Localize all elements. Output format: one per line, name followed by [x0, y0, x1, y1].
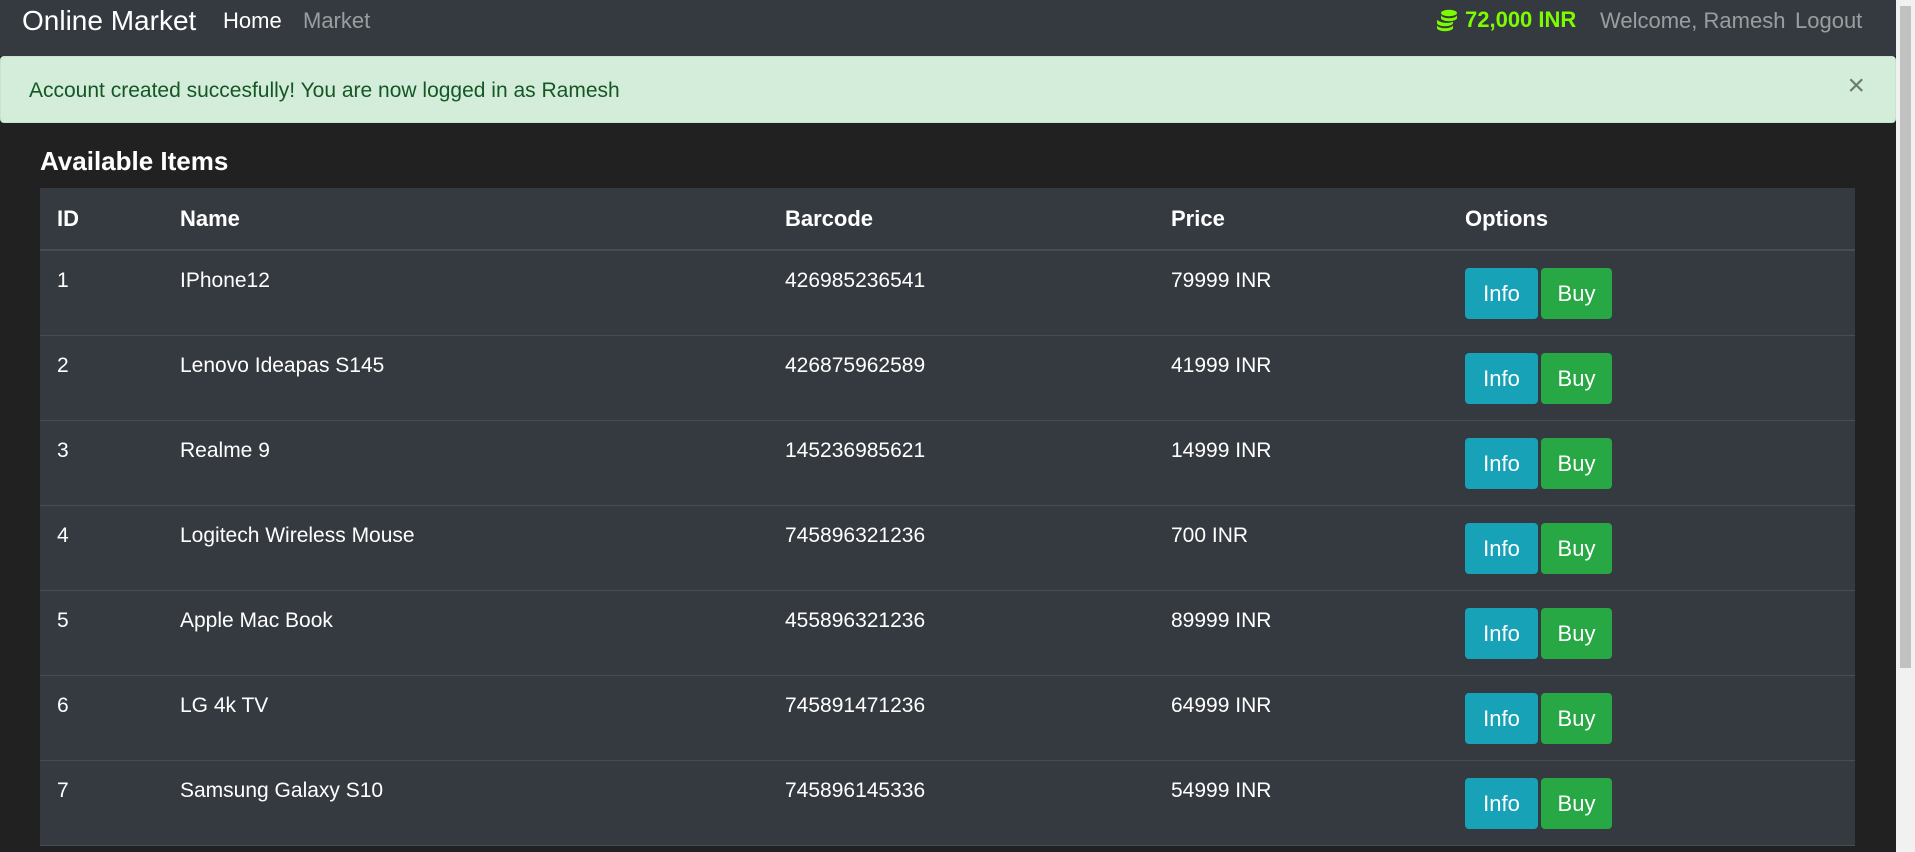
brand-link[interactable]: Online Market [22, 5, 196, 37]
info-button[interactable]: Info [1465, 777, 1538, 829]
item-id: 7 [57, 778, 69, 802]
item-price: 79999 INR [1171, 269, 1272, 292]
item-id: 5 [57, 608, 69, 632]
page-title: Available Items [40, 146, 229, 176]
buy-button[interactable]: Buy [1541, 437, 1612, 489]
item-name: Logitech Wireless Mouse [180, 523, 415, 547]
buy-button[interactable]: Buy [1541, 607, 1612, 659]
info-button[interactable]: Info [1465, 522, 1538, 574]
item-options: Info Buy [1448, 250, 1855, 335]
item-price: 64999 INR [1171, 693, 1272, 717]
vertical-scrollbar[interactable] [1896, 0, 1915, 852]
item-price: 14999 INR [1171, 438, 1272, 462]
item-options: Info Buy [1448, 675, 1855, 760]
item-name: Lenovo Ideapas S145 [180, 353, 385, 377]
scrollbar-thumb[interactable] [1900, 6, 1911, 668]
column-header-id: ID [40, 188, 163, 251]
table-row: 1 IPhone12 426985236541 79999 INR Info Buy [40, 250, 1855, 335]
item-options: Info Buy [1448, 335, 1855, 420]
buy-button[interactable]: Buy [1541, 692, 1612, 744]
alert-message: Account created succesfully! You are now… [29, 79, 620, 102]
item-name: LG 4k TV [180, 693, 269, 717]
item-barcode: 745891471236 [785, 693, 926, 717]
items-table: ID Name Barcode Price Options 1 IPhone12 4… [40, 188, 1855, 846]
table-header-row: ID Name Barcode Price Options [40, 188, 1855, 251]
success-alert: Account created succesfully! You are now… [0, 56, 1896, 123]
column-header-barcode: Barcode [768, 188, 1154, 251]
table-row: 3 Realme 9 145236985621 14999 INR Info Buy [40, 420, 1855, 505]
item-barcode: 426875962589 [785, 353, 926, 377]
item-options: Info Buy [1448, 505, 1855, 590]
coins-icon [1435, 8, 1459, 32]
item-id: 3 [57, 438, 69, 462]
item-id: 6 [57, 693, 69, 717]
item-id: 2 [57, 353, 69, 377]
logout-link[interactable]: Logout [1795, 8, 1862, 34]
item-price: 54999 INR [1171, 778, 1272, 802]
table-row: 5 Apple Mac Book 455896321236 89999 INR Info… [40, 590, 1855, 675]
nav-home[interactable]: Home [223, 8, 282, 34]
item-barcode: 745896145336 [785, 778, 926, 802]
item-price: 89999 INR [1171, 608, 1272, 632]
item-price: 700 INR [1171, 523, 1249, 547]
budget-display: 72,000 INR [1435, 7, 1576, 33]
budget-amount: 72,000 INR [1465, 7, 1577, 32]
item-options: Info Buy [1448, 420, 1855, 505]
item-price: 41999 INR [1171, 353, 1272, 377]
column-header-price: Price [1154, 188, 1448, 251]
info-button[interactable]: Info [1465, 437, 1538, 489]
info-button[interactable]: Info [1465, 352, 1538, 404]
item-name: Samsung Galaxy S10 [180, 778, 384, 802]
info-button[interactable]: Info [1465, 607, 1538, 659]
table-row: 7 Samsung Galaxy S10 745896145336 54999 INR… [40, 760, 1855, 845]
column-header-options: Options [1448, 188, 1855, 251]
item-options: Info Buy [1448, 590, 1855, 675]
item-options: Info Buy [1448, 760, 1855, 845]
item-name: Apple Mac Book [180, 608, 333, 632]
buy-button[interactable]: Buy [1541, 777, 1612, 829]
buy-button[interactable]: Buy [1541, 268, 1612, 319]
nav-market[interactable]: Market [303, 8, 370, 34]
table-row: 2 Lenovo Ideapas S145 426875962589 41999 IN… [40, 335, 1855, 420]
column-header-name: Name [163, 188, 768, 251]
item-id: 4 [57, 523, 69, 547]
item-barcode: 426985236541 [785, 269, 926, 292]
item-id: 1 [57, 269, 69, 292]
item-barcode: 455896321236 [785, 608, 926, 632]
table-row: 4 Logitech Wireless Mouse 745896321236 700 … [40, 505, 1855, 590]
welcome-text: Welcome, Ramesh [1600, 8, 1786, 33]
item-name: IPhone12 [180, 269, 270, 292]
info-button[interactable]: Info [1465, 692, 1538, 744]
item-barcode: 745896321236 [785, 523, 926, 547]
item-name: Realme 9 [180, 438, 270, 462]
navbar: Online Market Home Market 72,000 INR Wel… [0, 0, 1896, 56]
info-button[interactable]: Info [1465, 268, 1538, 319]
table-row: 6 LG 4k TV 745891471236 64999 INR Info Buy [40, 675, 1855, 760]
buy-button[interactable]: Buy [1541, 522, 1612, 574]
item-barcode: 145236985621 [785, 438, 926, 462]
close-icon[interactable]: × [1847, 71, 1865, 101]
buy-button[interactable]: Buy [1541, 352, 1612, 404]
